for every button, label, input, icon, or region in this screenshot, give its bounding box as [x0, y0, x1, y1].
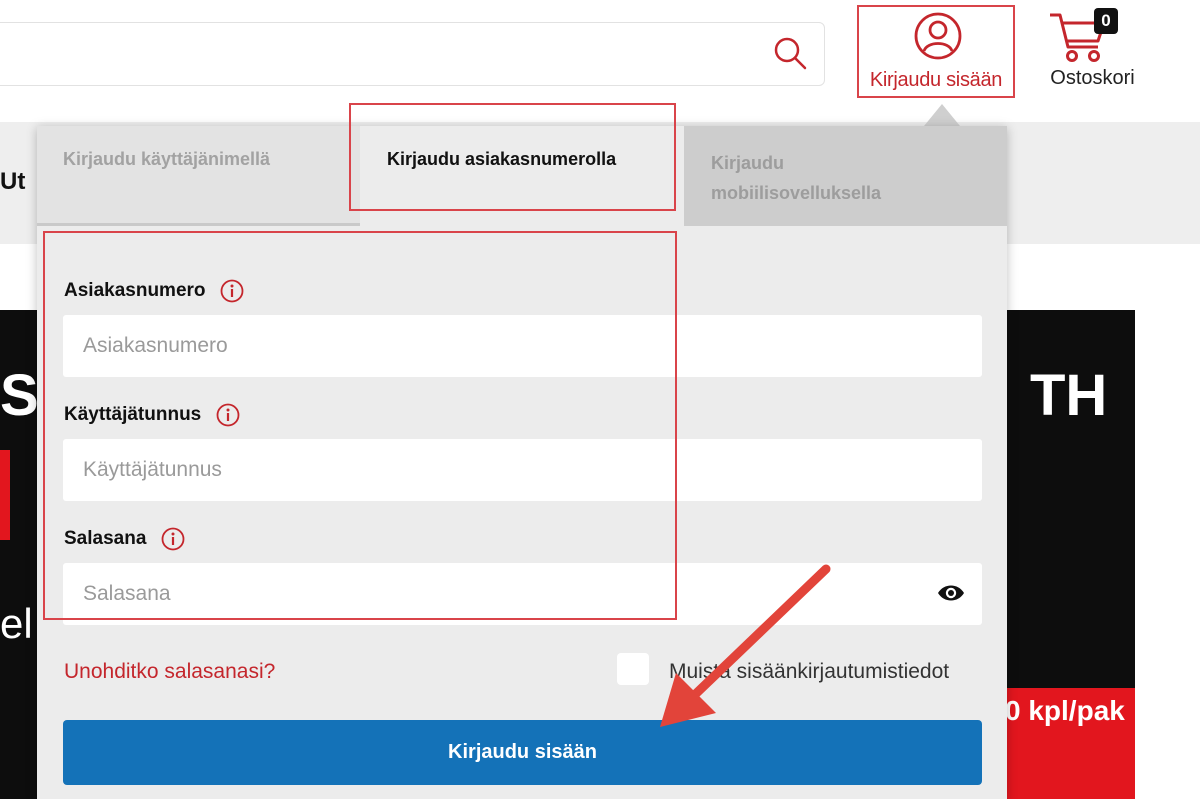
tab-mobile-app-login[interactable]: Kirjaudu mobiilisovelluksella — [684, 126, 1007, 226]
tab-label: Kirjaudu käyttäjänimellä — [63, 149, 271, 169]
info-icon[interactable] — [220, 279, 244, 303]
info-icon[interactable] — [216, 403, 240, 427]
remember-me-label[interactable]: Muista sisäänkirjautumistiedot — [669, 660, 949, 684]
login-dropdown: Kirjaudu käyttäjänimellä Kirjaudu asiaka… — [37, 126, 1007, 799]
dropdown-caret — [924, 104, 960, 126]
login-button[interactable]: Kirjaudu sisään — [857, 5, 1015, 98]
tab-label-line1: Kirjaudu — [711, 153, 785, 173]
eye-icon[interactable] — [936, 581, 966, 605]
cart-count-badge: 0 — [1094, 8, 1118, 34]
customer-number-label-text: Asiakasnumero — [64, 280, 206, 302]
banner-text-right: TH — [1030, 363, 1108, 428]
customer-number-input[interactable] — [63, 315, 982, 377]
info-icon[interactable] — [161, 527, 185, 551]
tab-username-login[interactable]: Kirjaudu käyttäjänimellä — [37, 126, 360, 226]
username-label-text: Käyttäjätunnus — [64, 404, 202, 426]
password-label: Salasana — [64, 527, 185, 551]
remember-me-checkbox[interactable] — [617, 653, 649, 685]
login-label: Kirjaudu sisään — [869, 69, 1003, 91]
cart-label: Ostoskori — [1050, 67, 1135, 89]
forgot-password-link[interactable]: Unohditko salasanasi? — [64, 660, 275, 684]
username-input[interactable] — [63, 439, 982, 501]
customer-number-label: Asiakasnumero — [64, 279, 244, 303]
nav-item-partial[interactable]: Ut — [0, 168, 25, 196]
search-input[interactable] — [11, 23, 715, 83]
login-submit-button[interactable]: Kirjaudu sisään — [63, 720, 982, 785]
password-label-text: Salasana — [64, 528, 147, 550]
tab-label: Kirjaudu asiakasnumerolla — [387, 149, 617, 169]
tab-underline — [37, 223, 360, 226]
search-box[interactable] — [0, 22, 825, 86]
banner-text-left: S — [0, 363, 39, 428]
cart-button[interactable]: 0 Ostoskori — [1040, 5, 1145, 97]
banner-promo-text: 0 kpl/pak — [1005, 695, 1125, 726]
password-input[interactable] — [63, 563, 982, 625]
username-label: Käyttäjätunnus — [64, 403, 240, 427]
user-icon — [914, 12, 962, 60]
banner-subtext: el — [0, 600, 33, 647]
tab-label-line2: mobiilisovelluksella — [711, 183, 882, 203]
banner-red-accent — [0, 450, 10, 540]
search-icon[interactable] — [770, 33, 810, 73]
tab-customer-number-login[interactable]: Kirjaudu asiakasnumerolla — [360, 126, 684, 226]
